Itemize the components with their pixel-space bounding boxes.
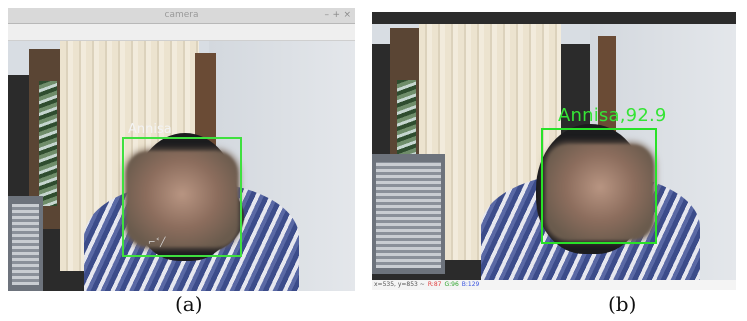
caption-a: (a): [175, 292, 203, 316]
face-label: Annisa: [128, 122, 172, 137]
cursor-coordinates: x=535, y=853 ~: [374, 281, 425, 288]
maximize-icon[interactable]: +: [332, 10, 340, 20]
cabinet: [8, 196, 43, 291]
status-bar: x=535, y=853 ~ R:87 G:96 B:129: [372, 280, 736, 290]
cabinet: [372, 154, 445, 274]
face-label-with-confidence: Annisa,92.9: [558, 105, 667, 126]
window-title: camera: [164, 10, 199, 20]
close-icon[interactable]: ×: [343, 10, 351, 20]
overlay-artifact: ⌐˂╱: [148, 238, 166, 248]
face-detection-box: [122, 137, 242, 257]
window-plants: [39, 81, 57, 206]
minimize-icon[interactable]: –: [325, 10, 330, 20]
camera-frame-a: Annisa ⌐˂╱: [8, 41, 355, 291]
window-toolbar: [8, 24, 355, 41]
face-detection-box: [541, 128, 657, 244]
pixel-red-value: R:87: [427, 281, 442, 288]
pixel-green-value: G:96: [444, 281, 459, 288]
camera-window-a: camera – + × Annisa ⌐˂╱: [8, 8, 355, 291]
caption-b: (b): [608, 292, 637, 316]
window-titlebar[interactable]: camera – + ×: [8, 8, 355, 24]
pixel-blue-value: B:129: [461, 281, 480, 288]
camera-frame-b: Annisa,92.9: [372, 24, 736, 286]
camera-window-b: Annisa,92.9 x=535, y=853 ~ R:87 G:96 B:129: [372, 12, 736, 290]
